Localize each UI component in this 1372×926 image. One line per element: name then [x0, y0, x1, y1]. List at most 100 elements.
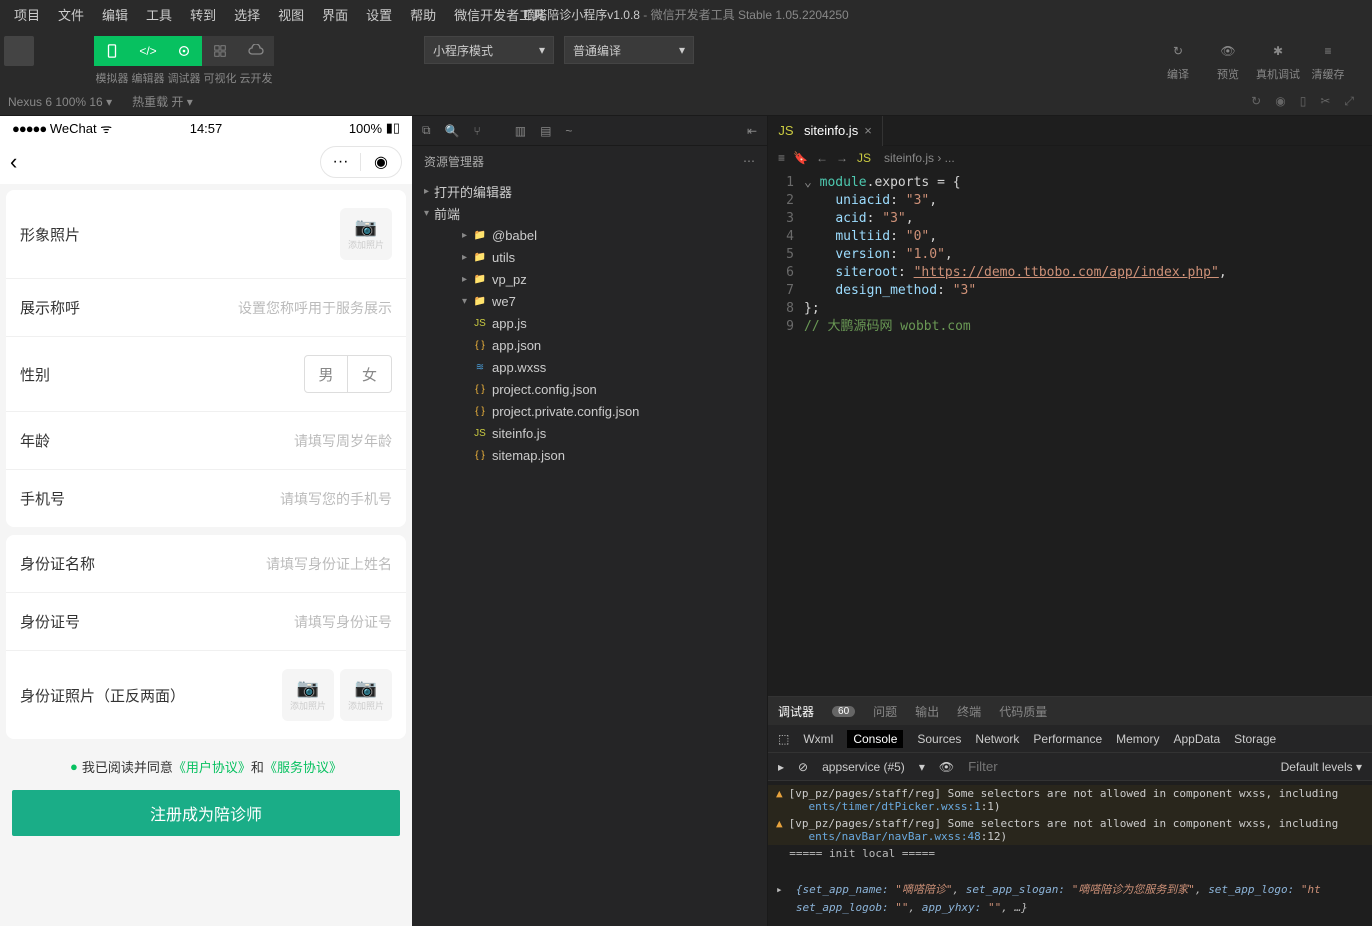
- compile-button[interactable]: ↻: [1173, 36, 1183, 66]
- search-icon[interactable]: 🔍: [445, 124, 460, 138]
- add-photo-button[interactable]: 📷添加照片: [340, 208, 392, 260]
- console-subtab[interactable]: Console: [847, 730, 903, 748]
- hotreload-dropdown[interactable]: 热重载 开 ▾: [132, 93, 193, 110]
- list-icon[interactable]: ≡: [778, 151, 785, 165]
- tree-item-app-json[interactable]: { }app.json: [412, 334, 767, 356]
- code-editor[interactable]: 123456789 ⌄ module.exports = { uniacid: …: [768, 170, 1372, 696]
- memory-subtab[interactable]: Memory: [1116, 732, 1159, 746]
- idphoto-back-button[interactable]: 📷添加照片: [340, 669, 392, 721]
- filter-input[interactable]: [968, 759, 1168, 774]
- nav-fwd-icon[interactable]: →: [836, 151, 848, 165]
- clear-cache-button[interactable]: ≡: [1324, 36, 1331, 66]
- tree-item-@babel[interactable]: ▸📁@babel: [412, 224, 767, 246]
- expand-icon[interactable]: ⤢: [1344, 94, 1354, 109]
- tree-item-vp_pz[interactable]: ▸📁vp_pz: [412, 268, 767, 290]
- user-agreement-link[interactable]: 《用户协议》: [173, 757, 251, 776]
- nav-back-icon[interactable]: ←: [816, 151, 828, 165]
- device-icon[interactable]: ▯: [1300, 94, 1307, 109]
- menu-surface[interactable]: 界面: [314, 1, 356, 28]
- wxml-subtab[interactable]: Wxml: [803, 732, 833, 746]
- collapse-icon[interactable]: ⇤: [747, 124, 757, 138]
- menu-help[interactable]: 帮助: [402, 1, 444, 28]
- avatar[interactable]: [4, 36, 34, 66]
- menu-devtools[interactable]: 微信开发者工具: [446, 1, 553, 28]
- remote-debug-button[interactable]: ✱: [1273, 36, 1283, 66]
- tree-item-project-config-json[interactable]: { }project.config.json: [412, 378, 767, 400]
- cut-icon[interactable]: ✂: [1320, 94, 1330, 109]
- gender-male-button[interactable]: 男: [304, 355, 348, 393]
- refresh-icon[interactable]: ↻: [1251, 94, 1261, 109]
- tree-item-utils[interactable]: ▸📁utils: [412, 246, 767, 268]
- performance-subtab[interactable]: Performance: [1033, 732, 1102, 746]
- network-subtab[interactable]: Network: [975, 732, 1019, 746]
- tree-item-we7[interactable]: ▾📁we7: [412, 290, 767, 312]
- bookmark-icon[interactable]: 🔖: [793, 151, 808, 165]
- appservice-dropdown[interactable]: appservice (#5): [822, 760, 905, 774]
- tree-item-sitemap-json[interactable]: { }sitemap.json: [412, 444, 767, 466]
- camera-icon: 📷: [355, 217, 377, 238]
- gender-female-button[interactable]: 女: [348, 355, 392, 393]
- idname-input[interactable]: 请填写身份证上姓名: [266, 554, 392, 574]
- submit-button[interactable]: 注册成为陪诊师: [12, 790, 400, 836]
- menu-view[interactable]: 视图: [270, 1, 312, 28]
- debugger-tab[interactable]: 调试器: [778, 703, 814, 720]
- idno-input[interactable]: 请填写身份证号: [294, 612, 392, 632]
- open-editors-section[interactable]: ▸打开的编辑器: [412, 180, 767, 202]
- menu-goto[interactable]: 转到: [182, 1, 224, 28]
- terminal-tab[interactable]: 终端: [957, 703, 981, 720]
- device-dropdown[interactable]: Nexus 6 100% 16 ▾: [8, 95, 112, 109]
- terminal-icon[interactable]: ~: [565, 124, 572, 138]
- output-tab[interactable]: 输出: [915, 703, 939, 720]
- warning-icon: ▲: [776, 787, 783, 813]
- appdata-subtab[interactable]: AppData: [1173, 732, 1220, 746]
- visual-button[interactable]: [202, 36, 238, 66]
- target-icon[interactable]: ◉: [361, 152, 401, 172]
- tree-item-siteinfo-js[interactable]: JSsiteinfo.js: [412, 422, 767, 444]
- back-icon[interactable]: ‹: [10, 149, 17, 175]
- cloud-button[interactable]: [238, 36, 274, 66]
- debugger-button[interactable]: [166, 36, 202, 66]
- storage-subtab[interactable]: Storage: [1234, 732, 1276, 746]
- age-input[interactable]: 请填写周岁年龄: [294, 431, 392, 451]
- menu-select[interactable]: 选择: [226, 1, 268, 28]
- layout-icon[interactable]: ▥: [515, 124, 526, 138]
- sources-subtab[interactable]: Sources: [917, 732, 961, 746]
- eye-icon[interactable]: 👁: [939, 760, 954, 774]
- camera-icon: 📷: [297, 678, 319, 699]
- menu-file[interactable]: 文件: [50, 1, 92, 28]
- menu-dots-icon[interactable]: ···: [321, 153, 361, 171]
- menu-settings[interactable]: 设置: [358, 1, 400, 28]
- console-output[interactable]: ▲[vp_pz/pages/staff/reg] Some selectors …: [768, 781, 1372, 920]
- play-icon[interactable]: ▸: [778, 760, 784, 774]
- clear-icon[interactable]: ⊘: [798, 760, 808, 774]
- phone-input[interactable]: 请填写您的手机号: [280, 489, 392, 509]
- record-icon[interactable]: ◉: [1275, 94, 1285, 109]
- codequality-tab[interactable]: 代码质量: [999, 703, 1047, 720]
- menu-edit[interactable]: 编辑: [94, 1, 136, 28]
- inspect-icon[interactable]: ⬚: [778, 732, 789, 746]
- nickname-input[interactable]: 设置您称呼用于服务展示: [238, 298, 392, 318]
- service-agreement-link[interactable]: 《服务协议》: [264, 757, 342, 776]
- close-icon[interactable]: ×: [864, 123, 872, 138]
- simulator-button[interactable]: [94, 36, 130, 66]
- check-icon[interactable]: ●: [70, 759, 78, 774]
- tree-item-project-private-config-json[interactable]: { }project.private.config.json: [412, 400, 767, 422]
- split-icon[interactable]: ▤: [540, 124, 551, 138]
- tree-item-app-wxss[interactable]: ≋app.wxss: [412, 356, 767, 378]
- menu-tools[interactable]: 工具: [138, 1, 180, 28]
- editor-button[interactable]: </>: [130, 36, 166, 66]
- editor-tab[interactable]: JS siteinfo.js ×: [768, 116, 883, 146]
- explorer-title: 资源管理器: [424, 153, 484, 170]
- mode-dropdown[interactable]: 小程序模式▾: [424, 36, 554, 64]
- problems-tab[interactable]: 问题: [873, 703, 897, 720]
- preview-button[interactable]: 👁: [1220, 36, 1235, 66]
- compile-dropdown[interactable]: 普通编译▾: [564, 36, 694, 64]
- branch-icon[interactable]: ⑂: [474, 124, 481, 138]
- root-section[interactable]: ▾前端: [412, 202, 767, 224]
- tree-item-app-js[interactable]: JSapp.js: [412, 312, 767, 334]
- more-icon[interactable]: ⋯: [743, 154, 755, 168]
- menu-project[interactable]: 项目: [6, 1, 48, 28]
- levels-dropdown[interactable]: Default levels ▾: [1281, 760, 1362, 774]
- files-icon[interactable]: ⧉: [422, 123, 431, 138]
- idphoto-front-button[interactable]: 📷添加照片: [282, 669, 334, 721]
